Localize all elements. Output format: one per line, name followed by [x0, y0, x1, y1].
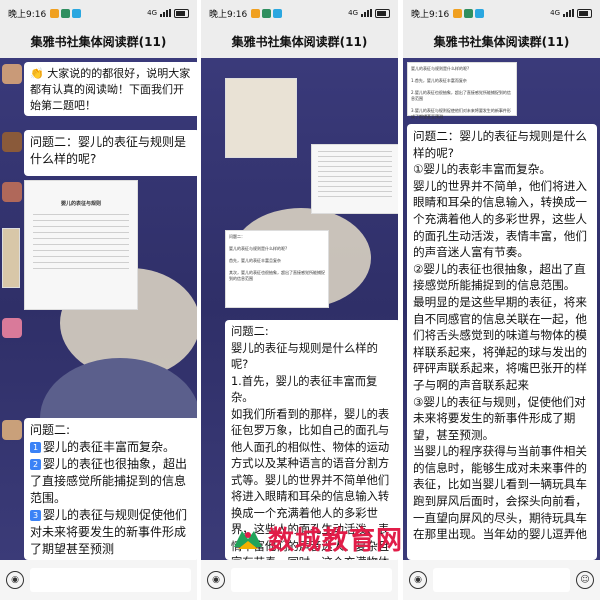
message-input[interactable] — [30, 568, 191, 592]
shared-image-title: 婴儿的表征与规则 — [60, 201, 101, 207]
signal-icon — [160, 9, 171, 17]
message-line: ①婴儿的表彰丰富而复杂。 — [413, 162, 551, 177]
card-line: 首先，婴儿的表征丰富且复杂 — [229, 258, 281, 263]
phone-panel-2: 晚上9:16 4G 集雅书社集体阅读群(11) 问题二： 婴儿的表征与规则是什么… — [201, 0, 398, 600]
signal-icon — [361, 9, 372, 17]
card-line: 1.首先，婴儿的表征丰富而复杂 — [411, 78, 467, 83]
shared-image[interactable]: 婴儿的表征与规则 — [24, 180, 138, 310]
notification-icon — [251, 8, 261, 18]
shared-image[interactable] — [311, 144, 398, 214]
status-right: 4G — [348, 8, 390, 18]
voice-icon[interactable]: ◉ — [6, 571, 24, 589]
message-line: 婴儿的表征也很抽象，超出了直接感觉所能捕捉到的信息范围。 — [30, 457, 188, 505]
card-line: 2.婴儿的表征也很抽象，超出了直接感觉所能捕捉到的信息范围 — [411, 90, 511, 101]
notification-icon — [475, 8, 485, 18]
input-bar: ◉ — [201, 560, 398, 600]
watermark: 数城教育网 — [232, 520, 403, 557]
card-line: 婴儿的表征与规则是什么样的呢? — [229, 246, 288, 251]
shared-image[interactable] — [225, 78, 297, 158]
watermark-logo-icon — [234, 530, 262, 549]
input-bar: ◉ ☺ — [403, 560, 600, 600]
notification-icon — [464, 8, 474, 18]
status-bar: 晚上9:16 4G — [0, 0, 197, 26]
status-bar: 晚上9:16 4G — [403, 0, 600, 26]
emoji-icon[interactable]: ☺ — [576, 571, 594, 589]
message-line: 婴儿的表征丰富而复杂。 — [43, 440, 176, 454]
network-label: 4G — [147, 9, 157, 17]
status-time: 晚上9:16 — [411, 9, 450, 20]
card-line: 3.婴儿的表征与规则促使他们对未来将要发生的新事件形成了期望甚至预测 — [411, 108, 511, 119]
message-line: 问题二: — [30, 423, 71, 437]
message-line: 婴儿的表征与规则促使他们对未来将要发生的新事件形成了期望甚至预测 — [30, 508, 188, 556]
chat-area[interactable]: 婴儿的表征与规则是什么样的呢? 1.首先，婴儿的表征丰富而复杂 2.婴儿的表征也… — [403, 58, 600, 560]
notification-icon — [61, 8, 71, 18]
signal-icon — [563, 9, 574, 17]
notification-icon — [72, 8, 82, 18]
shared-image[interactable]: 问题二： 婴儿的表征与规则是什么样的呢? 首先，婴儿的表征丰富且复杂 其次，婴儿… — [225, 230, 329, 308]
message-line: 问题二: — [231, 325, 269, 338]
card-line: 其次，婴儿的表征也很抽象，超出了直接感觉所能捕捉到的信息范围 — [229, 270, 325, 281]
notification-icon — [453, 8, 463, 18]
card-line: 婴儿的表征与规则是什么样的呢? — [411, 66, 470, 71]
shared-image-thumb[interactable] — [2, 228, 20, 288]
chat-area[interactable]: 问题二： 婴儿的表征与规则是什么样的呢? 首先，婴儿的表征丰富且复杂 其次，婴儿… — [201, 58, 398, 560]
chat-area[interactable]: 👏 大家说的的都很好，说明大家都有认真的阅读呦！下面我们开始第二题吧！ 问题二：… — [0, 58, 197, 560]
message-line: ③婴儿的表征与规则，促使他们对未来将要发生的新事件形成了期望，甚至预测。 — [413, 394, 586, 442]
status-time: 晚上9:16 — [209, 9, 248, 20]
avatar[interactable] — [2, 420, 22, 440]
message-bubble[interactable]: 👏 大家说的的都很好，说明大家都有认真的阅读呦！下面我们开始第二题吧！ — [24, 62, 197, 116]
avatar[interactable] — [2, 132, 22, 152]
chat-title: 集雅书社集体阅读群(11) — [30, 34, 167, 49]
message-line: 婴儿的表征与规则是什么样的呢? — [231, 341, 378, 372]
chat-title: 集雅书社集体阅读群(11) — [231, 34, 368, 49]
message-line: 婴儿的世界并不简单，他们将进入眼睛和耳朵的信息输入，转换成一个充满着他人的多彩世… — [413, 178, 587, 260]
message-bubble[interactable]: 问题二：婴儿的表征与规则是什么样的呢? — [24, 130, 197, 176]
status-right: 4G — [550, 8, 592, 18]
network-label: 4G — [348, 9, 358, 17]
network-label: 4G — [550, 9, 560, 17]
status-right: 4G — [147, 8, 189, 18]
avatar[interactable] — [2, 182, 22, 202]
battery-icon — [174, 8, 189, 18]
input-bar: ◉ — [0, 560, 197, 600]
status-time: 晚上9:16 — [8, 9, 47, 20]
message-line: 问题二：婴儿的表征与规则是什么样的呢? — [413, 129, 587, 160]
message-input[interactable] — [433, 568, 570, 592]
number-badge: 3 — [30, 510, 41, 521]
text-lines — [318, 151, 392, 201]
battery-icon — [577, 8, 592, 18]
message-text: 问题二：婴儿的表征与规则是什么样的呢? — [30, 135, 187, 166]
message-bubble[interactable]: 问题二: 1 婴儿的表征丰富而复杂。 2 婴儿的表征也很抽象，超出了直接感觉所能捕捉… — [24, 418, 197, 560]
message-text: 👏 大家说的的都很好，说明大家都有认真的阅读呦！下面我们开始第二题吧！ — [30, 67, 191, 112]
card-title: 问题二： — [229, 234, 245, 239]
screenshot-collage: 晚上9:16 4G 集雅书社集体阅读群(11) 👏 大家说的的都很好，说明大家都… — [0, 0, 600, 600]
avatar[interactable] — [2, 64, 22, 84]
phone-panel-3: 晚上9:16 4G 集雅书社集体阅读群(11) 婴儿的表征与规则是什么样的呢? … — [403, 0, 600, 600]
voice-icon[interactable]: ◉ — [207, 571, 225, 589]
number-badge: 1 — [30, 442, 41, 453]
message-line: ②婴儿的表征也很抽象，超出了直接感觉所能捕捉到的信息范围。 — [413, 261, 586, 293]
status-bar: 晚上9:16 4G — [201, 0, 398, 26]
watermark-text: 数城教育网 — [268, 526, 404, 556]
shared-image[interactable]: 婴儿的表征与规则是什么样的呢? 1.首先，婴儿的表征丰富而复杂 2.婴儿的表征也… — [407, 62, 517, 119]
notification-icon — [50, 8, 60, 18]
message-line: 当婴儿的程序获得与当前事件相关的信息时，能够生成对未来事件的表征，比如当婴儿看到… — [413, 444, 587, 542]
notification-icon — [262, 8, 272, 18]
phone-panel-1: 晚上9:16 4G 集雅书社集体阅读群(11) 👏 大家说的的都很好，说明大家都… — [0, 0, 197, 600]
battery-icon — [375, 8, 390, 18]
message-input[interactable] — [231, 568, 392, 592]
notification-icon — [273, 8, 283, 18]
number-badge: 2 — [30, 459, 41, 470]
voice-icon[interactable]: ◉ — [409, 571, 427, 589]
avatar[interactable] — [2, 318, 22, 338]
message-bubble[interactable]: 问题二：婴儿的表征与规则是什么样的呢? ①婴儿的表彰丰富而复杂。 婴儿的世界并不… — [407, 124, 597, 560]
message-line: 最明显的是这些早期的表征，将来自不同感官的信息关联在一起，他们将舌头感觉到的味道… — [413, 294, 587, 392]
text-lines — [33, 214, 129, 274]
chat-title: 集雅书社集体阅读群(11) — [433, 34, 570, 49]
message-line: 1.首先，婴儿的表征丰富而复杂。 — [231, 374, 378, 405]
